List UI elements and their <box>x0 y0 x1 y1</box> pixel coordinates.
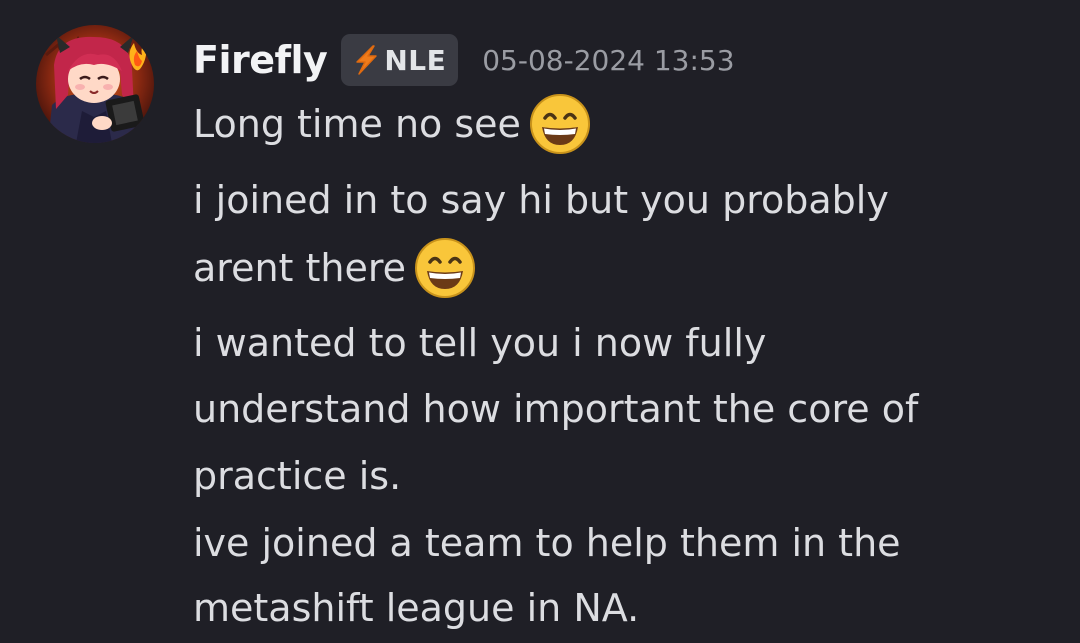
message-line: i wanted to tell you i now fully <box>193 321 766 365</box>
chat-view: Firefly NLE 05-08-2024 13:53 Long time n… <box>0 0 1080 643</box>
message-text: arent there <box>193 246 407 290</box>
lightning-bolt-icon <box>351 44 381 76</box>
message-line: Long time no see <box>193 94 591 154</box>
timestamp: 05-08-2024 13:53 <box>482 43 735 77</box>
message-text: i joined in to say hi but you probably <box>193 178 889 222</box>
message-line: arent there <box>193 237 476 299</box>
grinning-face-emoji <box>414 237 476 299</box>
avatar-image <box>36 25 154 143</box>
server-tag-label: NLE <box>384 43 447 77</box>
avatar[interactable] <box>36 25 154 143</box>
message-line: ive joined a team to help them in the <box>193 521 901 565</box>
message-line: understand how important the core of <box>193 387 918 431</box>
grinning-face-emoji <box>529 93 591 155</box>
message-header: Firefly NLE 05-08-2024 13:53 <box>193 30 735 90</box>
message-text: practice is. <box>193 454 402 498</box>
message-line: i joined in to say hi but you probably <box>193 178 889 222</box>
message-text: i wanted to tell you i now fully <box>193 321 767 365</box>
message-text: Long time no see <box>193 102 521 146</box>
message-text: understand how important the core of <box>193 387 919 431</box>
username[interactable]: Firefly <box>193 38 328 82</box>
message-line: metashift league in NA. <box>193 586 639 630</box>
message-text: ive joined a team to help them in the <box>193 521 901 565</box>
message-text: metashift league in NA. <box>193 586 640 630</box>
message-line: practice is. <box>193 454 401 498</box>
server-tag[interactable]: NLE <box>341 34 459 86</box>
